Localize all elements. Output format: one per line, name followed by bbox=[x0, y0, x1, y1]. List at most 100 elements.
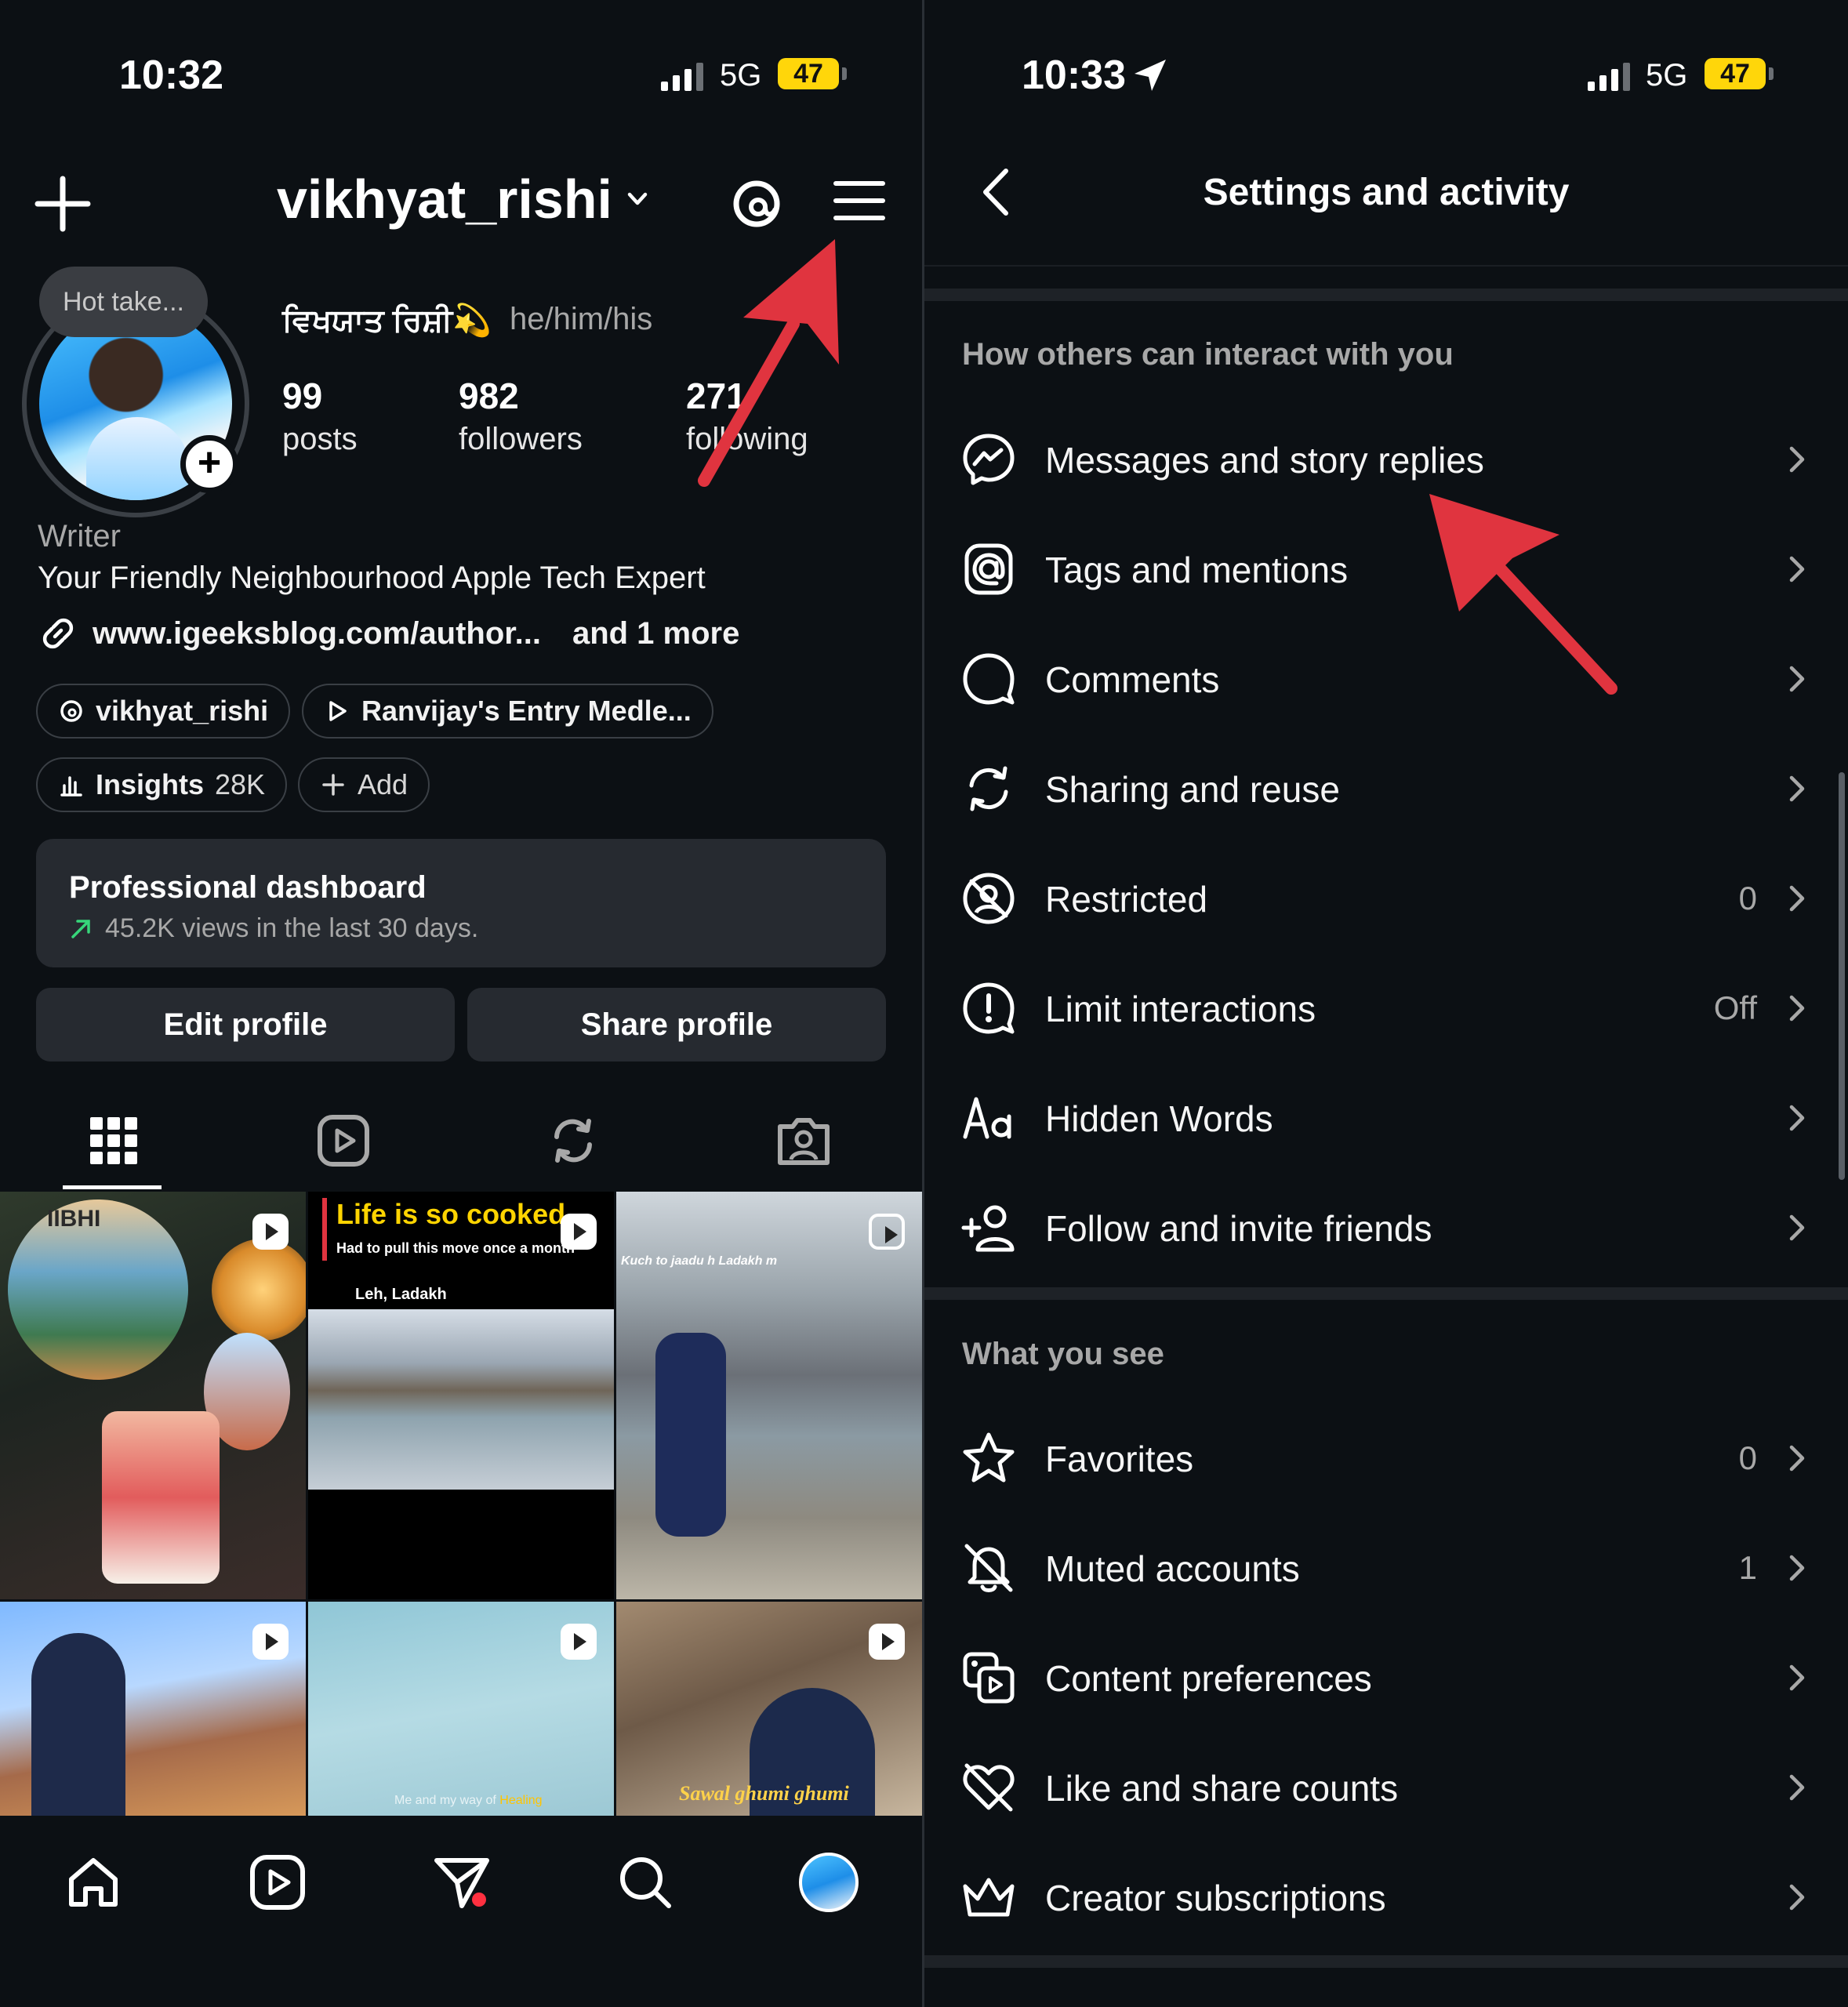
row-label: Creator subscriptions bbox=[1045, 1878, 1386, 1918]
share-profile-button[interactable]: Share profile bbox=[467, 988, 886, 1062]
heart-off-icon bbox=[963, 1763, 1015, 1812]
alert-icon bbox=[963, 982, 1015, 1034]
settings-screen: 10:33 5G 47 Settings and activity How ot… bbox=[924, 0, 1848, 2007]
tab-reels[interactable] bbox=[292, 1098, 394, 1184]
restricted-icon bbox=[963, 873, 1015, 924]
section-divider bbox=[924, 1955, 1848, 1968]
settings-row-content-preferences[interactable]: Content preferences bbox=[924, 1623, 1848, 1733]
add-chip[interactable]: Add bbox=[298, 757, 430, 812]
post-text: Kuch to jaadu h Ladakh m bbox=[621, 1254, 778, 1268]
nav-home[interactable] bbox=[58, 1847, 129, 1918]
chevron-right-icon bbox=[1789, 446, 1805, 473]
text-aa-icon bbox=[963, 1097, 1011, 1139]
grid-icon bbox=[90, 1117, 137, 1164]
annotation-arrow-icon bbox=[698, 239, 839, 487]
settings-row-comments[interactable]: Comments bbox=[924, 624, 1848, 734]
stat-label: posts bbox=[282, 422, 358, 456]
add-chip-label: Add bbox=[358, 768, 408, 800]
settings-row-restricted[interactable]: Restricted 0 bbox=[924, 844, 1848, 953]
comment-icon bbox=[963, 653, 1015, 705]
chevron-right-icon bbox=[1789, 775, 1805, 802]
dashboard-title: Professional dashboard bbox=[69, 870, 427, 905]
tab-tagged[interactable] bbox=[753, 1098, 855, 1184]
post-tile[interactable]: Sawal ghumi ghumi bbox=[616, 1602, 922, 1819]
trend-up-icon bbox=[71, 919, 90, 938]
status-bar: 10:32 5G 47 bbox=[0, 47, 922, 102]
nav-search[interactable] bbox=[610, 1847, 681, 1918]
row-label: Messages and story replies bbox=[1045, 440, 1484, 481]
at-icon bbox=[964, 543, 1013, 595]
tab-posts-grid[interactable] bbox=[63, 1098, 165, 1184]
status-time: 10:32 bbox=[119, 53, 223, 98]
reels-icon bbox=[318, 1115, 369, 1167]
nav-profile[interactable] bbox=[793, 1847, 864, 1918]
nav-direct-messages[interactable] bbox=[427, 1847, 497, 1918]
insights-chip-label: Insights bbox=[96, 768, 205, 800]
post-tile[interactable]: Me and my way of Healing bbox=[308, 1602, 614, 1819]
dashboard-subtitle: 45.2K views in the last 30 days. bbox=[105, 913, 479, 943]
location-arrow-icon bbox=[1135, 60, 1166, 91]
account-switcher[interactable]: vikhyat_rishi bbox=[277, 168, 652, 230]
search-icon bbox=[620, 1857, 671, 1908]
signal-icon bbox=[661, 63, 703, 91]
settings-row-sharing[interactable]: Sharing and reuse bbox=[924, 734, 1848, 844]
settings-row-like-share-counts[interactable]: Like and share counts bbox=[924, 1733, 1848, 1842]
music-chip[interactable]: Ranvijay's Entry Medle... bbox=[302, 684, 713, 739]
post-tile[interactable]: Kuch to jaadu h Ladakh m bbox=[616, 1192, 922, 1599]
status-bar: 10:33 5G 47 bbox=[924, 47, 1848, 102]
post-text: IIBHI bbox=[47, 1206, 101, 1232]
professional-dashboard[interactable]: Professional dashboard 45.2K views in th… bbox=[36, 839, 886, 967]
settings-row-tags[interactable]: Tags and mentions bbox=[924, 514, 1848, 624]
post-text-highlight: Healing bbox=[499, 1794, 543, 1807]
create-plus-icon[interactable] bbox=[31, 172, 94, 235]
play-icon bbox=[329, 701, 347, 721]
post-tile[interactable]: Life is so cooked Had to pull this move … bbox=[308, 1192, 614, 1599]
bio-text: Your Friendly Neighbourhood Apple Tech E… bbox=[38, 561, 706, 595]
hamburger-menu-icon[interactable] bbox=[831, 172, 888, 229]
threads-icon[interactable] bbox=[725, 172, 788, 235]
bio-link-more[interactable]: and 1 more bbox=[572, 616, 739, 651]
settings-row-limit[interactable]: Limit interactions Off bbox=[924, 953, 1848, 1063]
bar-chart-icon bbox=[60, 776, 82, 797]
section-divider bbox=[924, 289, 1848, 301]
edit-profile-button[interactable]: Edit profile bbox=[36, 988, 455, 1062]
media-icon bbox=[963, 1652, 1015, 1704]
profile-tabs bbox=[0, 1098, 922, 1192]
send-icon bbox=[434, 1858, 489, 1908]
row-label: Sharing and reuse bbox=[1045, 769, 1340, 810]
tab-reposts[interactable] bbox=[522, 1098, 624, 1184]
post-tile[interactable] bbox=[0, 1602, 306, 1819]
battery-icon: 47 bbox=[1705, 58, 1774, 89]
chevron-right-icon bbox=[1789, 1105, 1805, 1131]
bio-link[interactable]: www.igeeksblog.com/author... and 1 more bbox=[38, 613, 739, 654]
scrollbar[interactable] bbox=[1839, 772, 1845, 1180]
bio-category: Writer bbox=[38, 519, 121, 553]
post-tile[interactable]: IIBHI bbox=[0, 1192, 306, 1599]
stat-followers[interactable]: 982 followers bbox=[459, 375, 583, 457]
settings-row-favorites[interactable]: Favorites 0 bbox=[924, 1403, 1848, 1513]
add-story-button[interactable]: + bbox=[180, 435, 238, 493]
back-chevron-icon[interactable] bbox=[971, 165, 1026, 220]
status-time: 10:33 bbox=[1022, 53, 1126, 98]
settings-row-messages[interactable]: Messages and story replies bbox=[924, 405, 1848, 514]
chevron-right-icon bbox=[1789, 1884, 1805, 1911]
settings-row-creator-subscriptions[interactable]: Creator subscriptions bbox=[924, 1842, 1848, 1952]
insights-chip[interactable]: Insights 28K bbox=[36, 757, 288, 812]
note-bubble[interactable]: Hot take... bbox=[39, 267, 208, 337]
settings-row-hidden-words[interactable]: Hidden Words bbox=[924, 1063, 1848, 1173]
nav-reels[interactable] bbox=[242, 1847, 313, 1918]
repost-icon bbox=[969, 766, 1008, 811]
row-value: Off bbox=[1713, 989, 1757, 1026]
stat-posts[interactable]: 99 posts bbox=[282, 375, 358, 457]
reel-badge-icon bbox=[561, 1214, 597, 1250]
row-label: Restricted bbox=[1045, 879, 1208, 920]
chevron-right-icon bbox=[1789, 1214, 1805, 1241]
chevron-right-icon bbox=[1789, 1774, 1805, 1801]
star-icon bbox=[963, 1432, 1015, 1483]
row-value: 1 bbox=[1738, 1549, 1757, 1586]
settings-row-muted[interactable]: Muted accounts 1 bbox=[924, 1513, 1848, 1623]
threads-chip[interactable]: vikhyat_rishi bbox=[36, 684, 291, 739]
settings-row-follow-invite[interactable]: Follow and invite friends bbox=[924, 1173, 1848, 1283]
repost-icon bbox=[554, 1119, 592, 1163]
reel-badge-icon bbox=[252, 1624, 289, 1660]
